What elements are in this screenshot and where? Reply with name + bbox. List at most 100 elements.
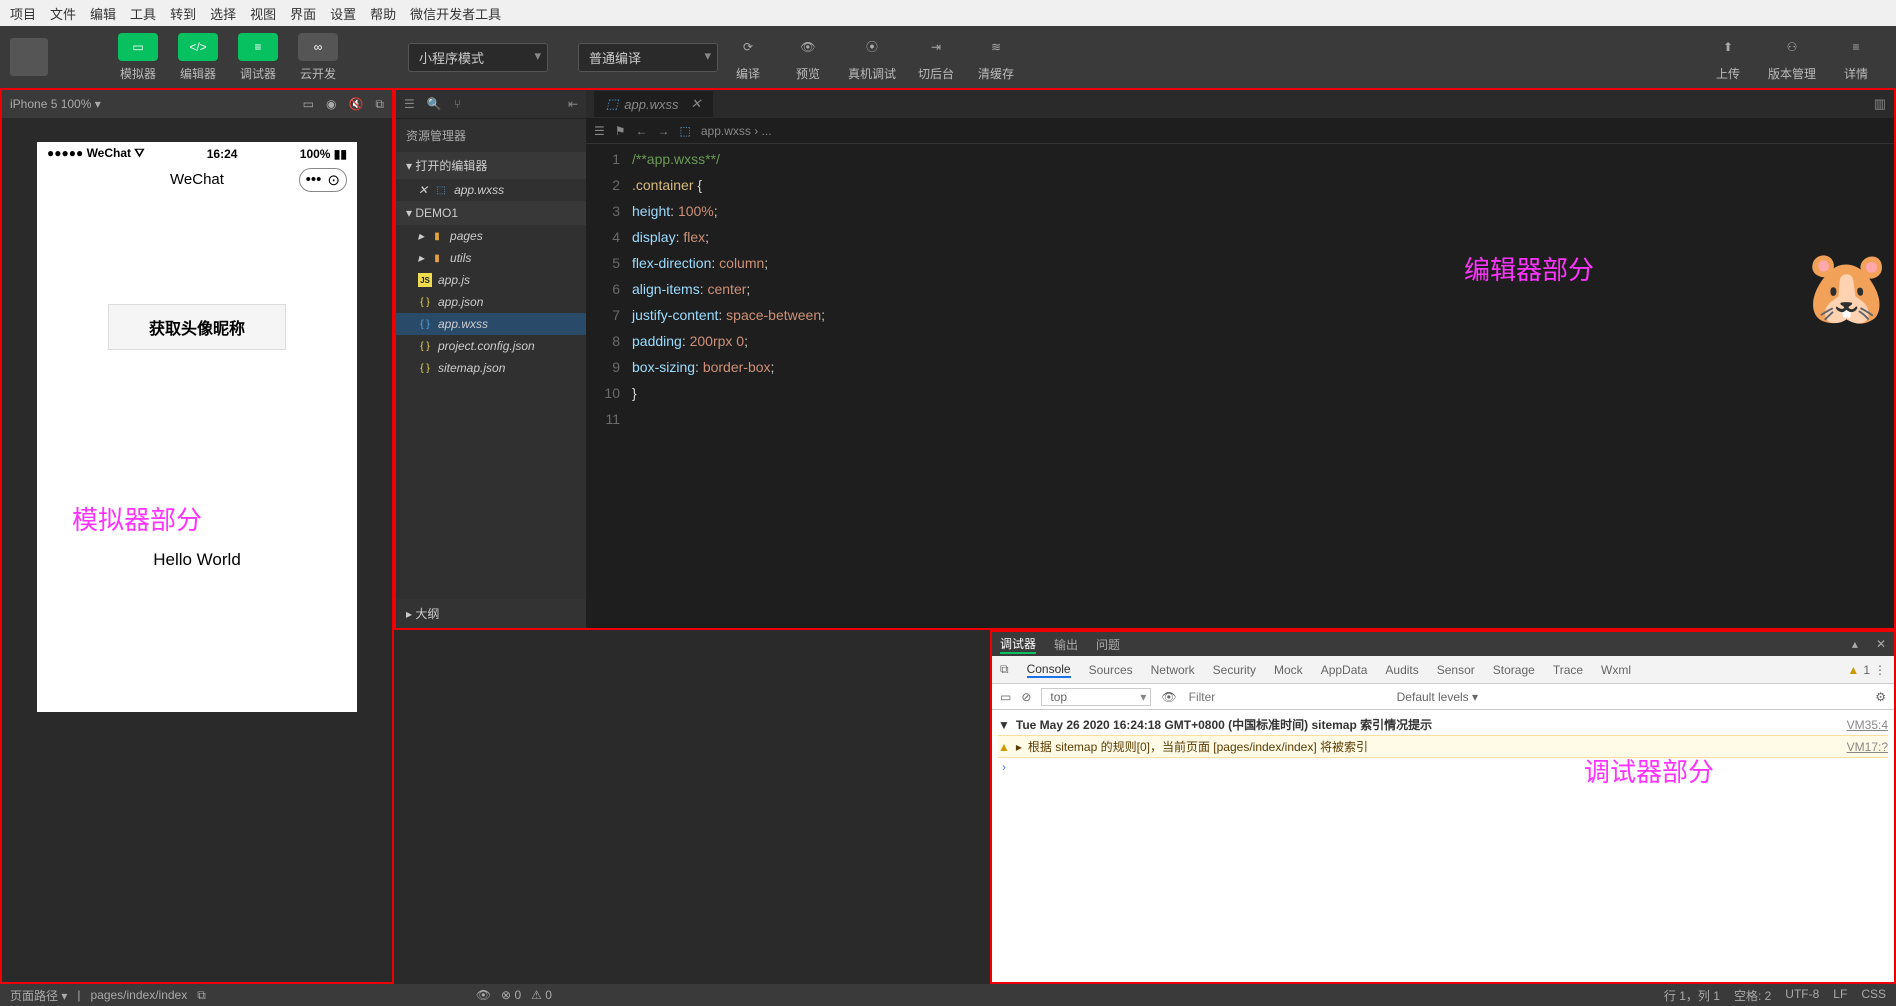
menu-编辑[interactable]: 编辑 bbox=[90, 4, 116, 23]
get-avatar-button[interactable]: 获取头像昵称 bbox=[108, 304, 286, 350]
phone-screen: ●●●●● WeChat ⛛ 16:24 100% ▮▮ WeChat •••⊙… bbox=[37, 142, 357, 712]
collapse-debugger-icon[interactable]: ▴ bbox=[1852, 637, 1858, 651]
devtools-tab-security[interactable]: Security bbox=[1213, 663, 1256, 677]
warning-count[interactable]: ⚠ 0 bbox=[531, 988, 552, 1002]
clear-cache-button[interactable]: ≋清缓存 bbox=[966, 33, 1026, 82]
compile-button[interactable]: ⟳编译 bbox=[718, 33, 778, 82]
bookmark2-icon[interactable]: ⚑ bbox=[615, 124, 626, 138]
tree-item-app.json[interactable]: { }app.json bbox=[396, 291, 586, 313]
menu-微信开发者工具[interactable]: 微信开发者工具 bbox=[410, 4, 501, 23]
devtools-tab-sources[interactable]: Sources bbox=[1089, 663, 1133, 677]
popout-icon[interactable]: ⧉ bbox=[375, 97, 384, 112]
eye-icon[interactable]: 👁 bbox=[476, 988, 491, 1002]
code-editor[interactable]: ⬚app.wxss✕ ▥ ☰ ⚑ ← → ⬚ app.wxss › ... 12… bbox=[586, 90, 1894, 628]
editor-toggle[interactable]: </>编辑器 bbox=[168, 33, 228, 82]
tree-item-app.wxss[interactable]: { }app.wxss bbox=[396, 313, 586, 335]
fwd-icon[interactable]: → bbox=[658, 124, 670, 138]
breadcrumb[interactable]: app.wxss › ... bbox=[701, 124, 772, 138]
version-mgmt-button[interactable]: ⚇版本管理 bbox=[1758, 33, 1826, 82]
editor-tab[interactable]: ⬚app.wxss✕ bbox=[594, 91, 713, 117]
open-editors-section[interactable]: ▾ 打开的编辑器 bbox=[396, 152, 586, 179]
toggle-sidebar-icon[interactable]: ▭ bbox=[1000, 690, 1011, 704]
phone-icon[interactable]: ▭ bbox=[303, 97, 314, 112]
menu-视图[interactable]: 视图 bbox=[250, 4, 276, 23]
clear-console-icon[interactable]: ⊘ bbox=[1021, 690, 1031, 704]
eol-info[interactable]: LF bbox=[1833, 987, 1847, 1004]
device-select[interactable]: iPhone 5 100% ▾ bbox=[10, 97, 101, 111]
error-count[interactable]: ⊗ 0 bbox=[501, 988, 521, 1002]
live-expr-icon[interactable]: 👁 bbox=[1161, 690, 1176, 704]
outline-section[interactable]: ▸ 大纲 bbox=[396, 599, 586, 628]
remote-debug-button[interactable]: ⦿真机调试 bbox=[838, 33, 906, 82]
hello-text: Hello World bbox=[153, 550, 241, 570]
devtools-tab-console[interactable]: Console bbox=[1027, 662, 1071, 678]
cloud-dev-button[interactable]: ∞云开发 bbox=[288, 33, 348, 82]
menu-项目[interactable]: 项目 bbox=[10, 4, 36, 23]
menu-文件[interactable]: 文件 bbox=[50, 4, 76, 23]
upload-button[interactable]: ⬆上传 bbox=[1698, 33, 1758, 82]
bookmark-icon[interactable]: ☰ bbox=[594, 124, 605, 138]
list-icon[interactable]: ☰ bbox=[404, 97, 415, 111]
devtools-tab-audits[interactable]: Audits bbox=[1385, 663, 1418, 677]
details-button[interactable]: ≡详情 bbox=[1826, 33, 1886, 82]
menu-工具[interactable]: 工具 bbox=[130, 4, 156, 23]
cursor-position[interactable]: 行 1，列 1 bbox=[1664, 987, 1720, 1004]
search-icon[interactable]: 🔍 bbox=[427, 97, 442, 111]
tree-item-app.js[interactable]: JSapp.js bbox=[396, 269, 586, 291]
record-icon[interactable]: ◉ bbox=[326, 97, 336, 112]
open-editor-file[interactable]: ✕⬚app.wxss bbox=[396, 179, 586, 201]
warning-badge[interactable]: ▲1 ⋮ bbox=[1847, 663, 1886, 677]
tree-item-utils[interactable]: ▸ ▮utils bbox=[396, 247, 586, 269]
console-output[interactable]: ▼Tue May 26 2020 16:24:18 GMT+0800 (中国标准… bbox=[992, 710, 1894, 982]
carrier-label: ●●●●● WeChat ⛛ bbox=[47, 146, 144, 161]
background-button[interactable]: ⇥切后台 bbox=[906, 33, 966, 82]
simulator-toggle[interactable]: ▭模拟器 bbox=[108, 33, 168, 82]
encoding-info[interactable]: UTF-8 bbox=[1785, 987, 1819, 1004]
preview-button[interactable]: 👁预览 bbox=[778, 33, 838, 82]
context-select[interactable]: top bbox=[1041, 688, 1151, 706]
log-levels-select[interactable]: Default levels ▾ bbox=[1397, 690, 1478, 704]
user-avatar[interactable] bbox=[10, 38, 48, 76]
tree-item-sitemap.json[interactable]: { }sitemap.json bbox=[396, 357, 586, 379]
menu-转到[interactable]: 转到 bbox=[170, 4, 196, 23]
devtools-tab-storage[interactable]: Storage bbox=[1493, 663, 1535, 677]
tree-item-project.config.json[interactable]: { }project.config.json bbox=[396, 335, 586, 357]
devtools-tab-network[interactable]: Network bbox=[1151, 663, 1195, 677]
menu-界面[interactable]: 界面 bbox=[290, 4, 316, 23]
annotation-debugger: 调试器部分 bbox=[1584, 752, 1714, 789]
page-path-label[interactable]: 页面路径 ▾ bbox=[10, 987, 67, 1004]
close-tab-icon[interactable]: ✕ bbox=[691, 96, 702, 112]
menu-帮助[interactable]: 帮助 bbox=[370, 4, 396, 23]
mute-icon[interactable]: 🔇 bbox=[348, 97, 363, 112]
indent-info[interactable]: 空格: 2 bbox=[1734, 987, 1771, 1004]
debugger-toggle[interactable]: ≡调试器 bbox=[228, 33, 288, 82]
devtools-tab-trace[interactable]: Trace bbox=[1553, 663, 1583, 677]
devtools-tab-mock[interactable]: Mock bbox=[1274, 663, 1303, 677]
tree-item-pages[interactable]: ▸ ▮pages bbox=[396, 225, 586, 247]
copy-path-icon[interactable]: ⧉ bbox=[197, 988, 206, 1003]
collapse-icon[interactable]: ⇤ bbox=[568, 97, 578, 111]
devtools-tab-sensor[interactable]: Sensor bbox=[1437, 663, 1475, 677]
menu-选择[interactable]: 选择 bbox=[210, 4, 236, 23]
capsule-menu[interactable]: •••⊙ bbox=[299, 168, 347, 192]
split-editor-icon[interactable]: ▥ bbox=[1874, 96, 1886, 112]
page-path[interactable]: pages/index/index bbox=[90, 988, 187, 1002]
mode-select[interactable]: 小程序模式 bbox=[408, 43, 548, 72]
project-section[interactable]: ▾ DEMO1 bbox=[396, 201, 586, 225]
file-explorer: ☰ 🔍 ⑂ ⇤ 资源管理器 ▾ 打开的编辑器 ✕⬚app.wxss ▾ DEMO… bbox=[396, 90, 586, 628]
filter-input[interactable] bbox=[1187, 688, 1387, 706]
dbg-tab-问题[interactable]: 问题 bbox=[1096, 636, 1120, 653]
dbg-tab-输出[interactable]: 输出 bbox=[1054, 636, 1078, 653]
branch-icon[interactable]: ⑂ bbox=[454, 97, 461, 111]
dbg-tab-调试器[interactable]: 调试器 bbox=[1000, 635, 1036, 654]
console-settings-icon[interactable]: ⚙ bbox=[1875, 690, 1886, 704]
devtools-tab-wxml[interactable]: Wxml bbox=[1601, 663, 1631, 677]
devtools-tab-appdata[interactable]: AppData bbox=[1321, 663, 1368, 677]
cartoon-sticker: 🐹 bbox=[1802, 245, 1892, 330]
language-mode[interactable]: CSS bbox=[1861, 987, 1886, 1004]
devtools-icon[interactable]: ⧉ bbox=[1000, 662, 1009, 677]
menu-设置[interactable]: 设置 bbox=[330, 4, 356, 23]
close-debugger-icon[interactable]: ✕ bbox=[1876, 637, 1886, 651]
compile-select[interactable]: 普通编译 bbox=[578, 43, 718, 72]
back-icon[interactable]: ← bbox=[636, 124, 648, 138]
